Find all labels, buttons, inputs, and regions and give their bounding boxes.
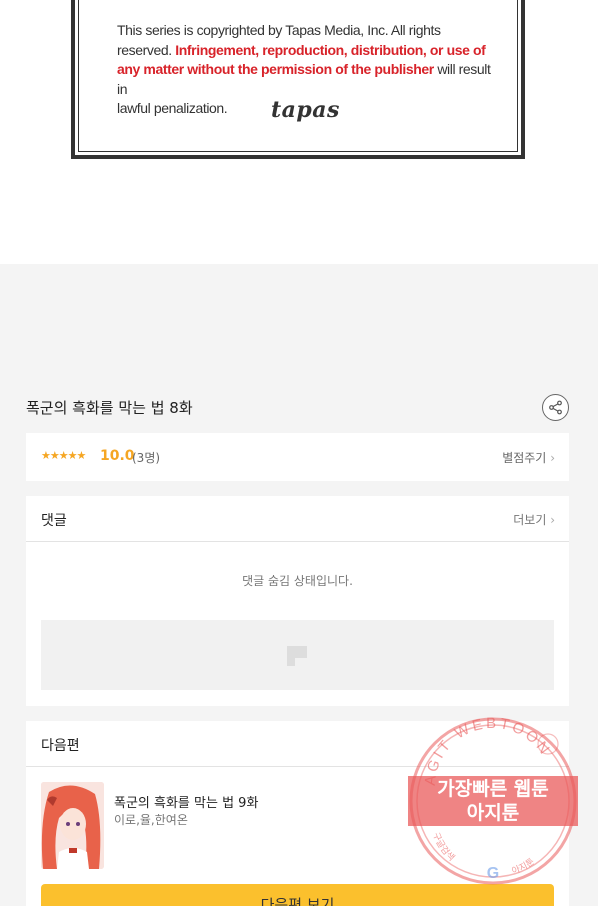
next-episode-heading: 다음편 — [41, 738, 80, 754]
next-episode-thumbnail[interactable] — [41, 782, 104, 869]
rate-button[interactable]: 별점주기 › — [502, 449, 555, 466]
comments-card: 댓글 더보기 › 댓글 숨김 상태입니다. — [26, 496, 569, 706]
chevron-right-icon: › — [550, 513, 555, 527]
comments-more-label: 더보기 — [513, 513, 547, 527]
comments-more-link[interactable]: 더보기 › — [513, 511, 555, 528]
comments-header: 댓글 더보기 › — [26, 496, 569, 542]
share-icon — [549, 400, 562, 415]
comments-hidden-message: 댓글 숨김 상태입니다. — [242, 574, 353, 588]
rating-card: ★★★★★ 10.0 (3명) 별점주기 › — [26, 433, 569, 481]
next-episode-button[interactable]: 다음편 보기 — [41, 884, 554, 906]
rating-count: (3명) — [132, 451, 161, 465]
comments-title: 댓글 — [41, 513, 67, 529]
copyright-notice-inner-border: This series is copyrighted by Tapas Medi… — [78, 0, 518, 152]
rate-button-label: 별점주기 — [502, 451, 547, 465]
ad-placeholder[interactable] — [41, 620, 554, 690]
next-episode-header: 다음편 — [26, 721, 569, 767]
tapas-logo: tapas — [271, 97, 340, 123]
next-episode-title[interactable]: 폭군의 흑화를 막는 법 9화 — [114, 792, 258, 811]
next-episode-authors: 이로,율,한여온 — [114, 813, 188, 827]
copyright-area: This series is copyrighted by Tapas Medi… — [0, 0, 598, 264]
ad-placeholder-icon — [287, 646, 307, 666]
character-thumbnail-image — [41, 782, 104, 869]
episode-title: 폭군의 흑화를 막는 법 8화 — [26, 399, 193, 417]
notice-line-b-red: Infringement, reproduction, distribution… — [175, 41, 486, 58]
rating-stars: ★★★★★ — [41, 449, 86, 462]
copyright-notice-frame: This series is copyrighted by Tapas Medi… — [71, 0, 525, 159]
notice-line-d: lawful penalization. — [117, 100, 228, 116]
notice-line-a: This series is copyrighted by Tapas Medi… — [117, 22, 441, 38]
share-button[interactable] — [542, 394, 569, 421]
next-episode-card: 다음편 폭군의 흑화를 막는 법 9화 이로,율,한여온 다음편 보기 — [26, 721, 569, 906]
rating-score: 10.0 — [100, 448, 135, 464]
chevron-right-icon: › — [550, 451, 555, 465]
notice-line-c-red: any matter without the permission of the… — [117, 61, 434, 77]
notice-line-b-plain: reserved. — [117, 41, 172, 58]
